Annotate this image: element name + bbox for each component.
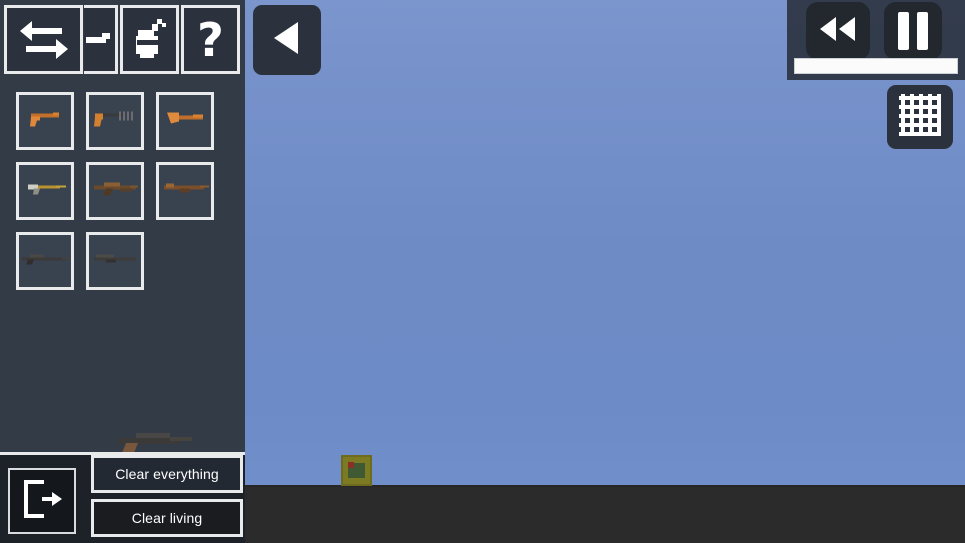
clear-everything-button[interactable]: Clear everything: [91, 455, 243, 493]
app-root: ? Clear everything Clear living: [0, 0, 965, 543]
toolbar-swap-button[interactable]: [4, 5, 83, 74]
battle-rifle-icon: [160, 180, 210, 203]
toolbar-help-button[interactable]: ?: [181, 5, 240, 74]
grid-icon: [899, 93, 941, 141]
weapon-slot-pistol[interactable]: [16, 92, 74, 150]
pause-button[interactable]: [884, 2, 942, 60]
weapon-slot-submachine-gun[interactable]: [16, 162, 74, 220]
sidebar-toolbar: ?: [0, 0, 245, 80]
weapon-slot-sniper-rifle[interactable]: [16, 232, 74, 290]
clear-everything-label: Clear everything: [115, 466, 219, 482]
rewind-button[interactable]: [806, 2, 870, 60]
sniper-rifle-icon: [20, 252, 70, 271]
rewind-icon: [818, 15, 858, 48]
exit-button[interactable]: [8, 468, 76, 534]
weapon-slot-machine-pistol[interactable]: [86, 92, 144, 150]
weapon-grid: [16, 92, 236, 302]
clear-living-label: Clear living: [131, 510, 203, 526]
timeline-slider[interactable]: [794, 58, 958, 74]
question-mark-icon: ?: [197, 12, 224, 67]
player-character[interactable]: [341, 455, 372, 486]
dragged-weapon-sprite[interactable]: [112, 430, 200, 454]
swap-arrows-icon: [18, 18, 70, 62]
clear-living-button[interactable]: Clear living: [91, 499, 243, 537]
assault-rifle-icon: [90, 179, 140, 204]
clear-buttons-group: Clear everything Clear living: [91, 455, 243, 543]
sidebar: ?: [0, 0, 245, 455]
arrow-right-icon: [85, 29, 114, 51]
weapon-slot-marksman-rifle[interactable]: [86, 232, 144, 290]
player-head: [348, 462, 354, 468]
grid-toggle-button[interactable]: [887, 85, 953, 149]
pistol-icon: [23, 109, 67, 134]
toolbar-paint-button[interactable]: [120, 5, 179, 74]
exit-icon: [20, 478, 64, 525]
machine-pistol-icon: [91, 108, 139, 135]
spray-can-icon: [130, 18, 170, 62]
marksman-rifle-icon: [90, 252, 140, 271]
back-button[interactable]: [253, 5, 321, 75]
toolbar-next-button[interactable]: [84, 5, 118, 74]
submachine-gun-icon: [22, 181, 68, 202]
triangle-left-icon: [270, 20, 304, 61]
weapon-slot-assault-rifle[interactable]: [86, 162, 144, 220]
sawed-off-shotgun-icon: [163, 110, 207, 133]
weapon-slot-sawed-off-shotgun[interactable]: [156, 92, 214, 150]
weapon-slot-battle-rifle[interactable]: [156, 162, 214, 220]
pause-icon: [898, 12, 928, 50]
